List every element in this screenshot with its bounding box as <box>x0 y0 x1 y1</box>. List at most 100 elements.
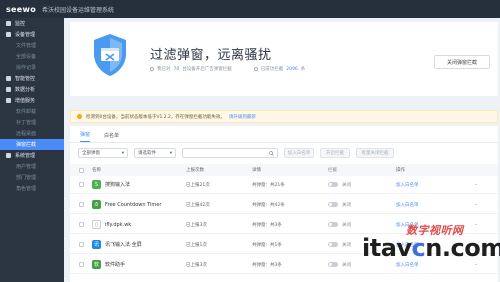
block-toggle[interactable] <box>328 202 338 207</box>
sidebar-item[interactable]: 角色管理 <box>0 183 64 194</box>
sidebar-item[interactable]: 全部设备 <box>0 51 64 62</box>
chevron-down-icon[interactable]: ⌄ <box>474 202 478 208</box>
table-row: ⏱ Free Countdown Timer 已上报42次 共弹窗：共42条 关闭 加入白… <box>70 196 498 214</box>
app-icon: 软 <box>92 260 101 269</box>
hero-banner: 过滤弹窗，远离骚扰 我已对 70 台设备开启广告弹窗拦截 已成功拦截 2096 … <box>70 22 498 96</box>
sidebar-item-label: 增值服务 <box>15 98 36 104</box>
app-icon: S <box>92 180 101 189</box>
add-to-whitelist-link[interactable]: 加入白名单 <box>396 202 419 208</box>
block-toggle[interactable] <box>328 182 338 187</box>
sidebar-item-label: 智能管控 <box>15 76 36 82</box>
add-to-whitelist-link[interactable]: 加入白名单 <box>396 182 419 188</box>
header-reports: 上报次数 <box>186 168 204 173</box>
header-block: 拦截 <box>328 168 337 173</box>
row-checkbox[interactable] <box>78 222 84 227</box>
header-detail: 详情 <box>252 168 261 173</box>
popup-detail: 共弹窗：共42条 <box>252 202 285 208</box>
menu-icon <box>6 32 11 37</box>
sidebar-item[interactable]: 弹窗拦截 <box>0 139 64 150</box>
block-toggle[interactable] <box>328 242 338 247</box>
site-watermark: 数字视听网 itavcn.com <box>362 224 500 262</box>
header-op: 操作 <box>396 168 405 173</box>
sidebar-item[interactable]: 监控 <box>0 18 64 29</box>
hero-stats: 我已对 70 台设备开启广告弹窗拦截 已成功拦截 2096 条 <box>150 66 305 72</box>
app-title: 希沃校园设备运维管理系统 <box>42 6 115 14</box>
popup-detail: 共弹窗：共21条 <box>252 182 285 188</box>
hero-title: 过滤弹窗，远离骚扰 <box>150 48 272 63</box>
app-name: ifly.dpk.wk <box>105 221 132 228</box>
upgrade-notice: 检测到0台设备，当前状态版本低于V1.2.2，存在弹窗拦截功能失效。 请升级到最… <box>70 110 498 123</box>
warning-icon <box>77 114 82 119</box>
row-checkbox[interactable] <box>78 202 84 207</box>
sidebar-item[interactable]: 设备管理 <box>0 29 64 40</box>
block-toggle[interactable] <box>328 222 338 227</box>
sidebar-item[interactable]: 智能管控 <box>0 73 64 84</box>
sidebar-item-label: 监控 <box>15 21 26 27</box>
report-count: 已上报1次 <box>186 242 207 248</box>
block-status: 关闭 <box>342 262 351 268</box>
popup-detail: 共弹窗：共3条 <box>252 262 282 268</box>
block-icon <box>253 67 258 71</box>
report-count: 已上报3次 <box>186 262 207 268</box>
row-checkbox[interactable] <box>78 182 84 187</box>
sidebar-item[interactable]: 远程桌面 <box>0 128 64 139</box>
app-icon: 讯 <box>92 240 101 249</box>
sidebar-item[interactable]: 软件卸载 <box>0 106 64 117</box>
popup-detail: 共弹窗：共3条 <box>252 222 282 228</box>
close-popup-blocking-button[interactable]: 关闭弹窗拦截 <box>434 55 490 69</box>
device-icon <box>150 67 154 71</box>
notice-text: 检测到0台设备，当前状态版本低于V1.2.2，存在弹窗拦截功能失效。 <box>86 114 225 120</box>
sidebar-item[interactable]: 补丁管理 <box>0 117 64 128</box>
row-checkbox[interactable] <box>78 262 84 267</box>
report-count: 已上报21次 <box>186 182 210 188</box>
sidebar-item[interactable]: 部门管理 <box>0 172 64 183</box>
blocked-count-stat: 已成功拦截 2096 条 <box>253 66 305 72</box>
sidebar-item-label: 操作记录 <box>16 65 37 71</box>
row-checkbox[interactable] <box>78 242 84 247</box>
menu-icon <box>6 153 11 158</box>
sidebar-item[interactable]: 系统管理 <box>0 150 64 161</box>
header-name: 名称 <box>92 168 101 173</box>
chevron-down-icon: ▾ <box>169 150 172 156</box>
sidebar-item[interactable]: 操作记录 <box>0 62 64 73</box>
block-status: 关闭 <box>342 242 351 248</box>
software-select[interactable]: 请选软件 ▾ <box>134 148 176 158</box>
tab-divider <box>70 142 498 143</box>
app-icon: ▯ <box>92 220 101 229</box>
sidebar-item[interactable]: 用户管理 <box>0 161 64 172</box>
sidebar: 监控设备管理文件管理 全部设备操作记录智能管控数据分析增值服务软件卸载补丁管理远程… <box>0 18 64 282</box>
batch-disable-button[interactable]: 批量关闭拦截 <box>356 148 394 158</box>
upgrade-link[interactable]: 请升级到最新 <box>229 114 256 120</box>
block-status: 关闭 <box>342 202 351 208</box>
block-toggle[interactable] <box>328 262 338 267</box>
table-header: 名称 上报次数 详情 拦截 操作 <box>70 164 498 176</box>
shield-icon <box>94 34 126 76</box>
sidebar-item-label: 软件卸载 <box>16 109 37 115</box>
select-all-checkbox[interactable] <box>78 167 84 173</box>
sidebar-item-label: 设备管理 <box>15 32 36 38</box>
search-icon <box>269 150 274 156</box>
sidebar-item[interactable]: 数据分析 <box>0 84 64 95</box>
add-whitelist-button[interactable]: 加入白名单 <box>284 148 314 158</box>
sidebar-item-label: 系统管理 <box>15 153 36 159</box>
chevron-down-icon[interactable]: ⌄ <box>474 182 478 188</box>
popup-type-select[interactable]: 全部弹窗 ▾ <box>78 148 128 158</box>
sidebar-item[interactable]: 文件管理 <box>0 40 64 51</box>
menu-icon <box>6 98 11 103</box>
menu-icon <box>6 87 11 92</box>
enable-blocking-button[interactable]: 开启拦截 <box>320 148 350 158</box>
menu-icon <box>6 76 11 81</box>
search-input[interactable] <box>182 148 278 158</box>
sidebar-item-label: 弹窗拦截 <box>16 142 37 148</box>
popup-detail: 共弹窗：共1条 <box>252 242 282 248</box>
tab-bar: 弹窗 白名单 <box>80 128 119 142</box>
sidebar-item-label: 远程桌面 <box>16 131 37 137</box>
devices-enabled-stat: 我已对 70 台设备开启广告弹窗拦截 <box>150 66 232 72</box>
block-status: 关闭 <box>342 222 351 228</box>
tab-whitelist[interactable]: 白名单 <box>104 128 119 142</box>
sidebar-item[interactable]: 增值服务 <box>0 95 64 106</box>
sidebar-item-label: 补丁管理 <box>16 120 37 126</box>
app-logo[interactable]: seewo <box>6 5 36 14</box>
tab-popups[interactable]: 弹窗 <box>80 128 91 142</box>
app-name: 讯飞输入法·全屏 <box>105 242 142 248</box>
